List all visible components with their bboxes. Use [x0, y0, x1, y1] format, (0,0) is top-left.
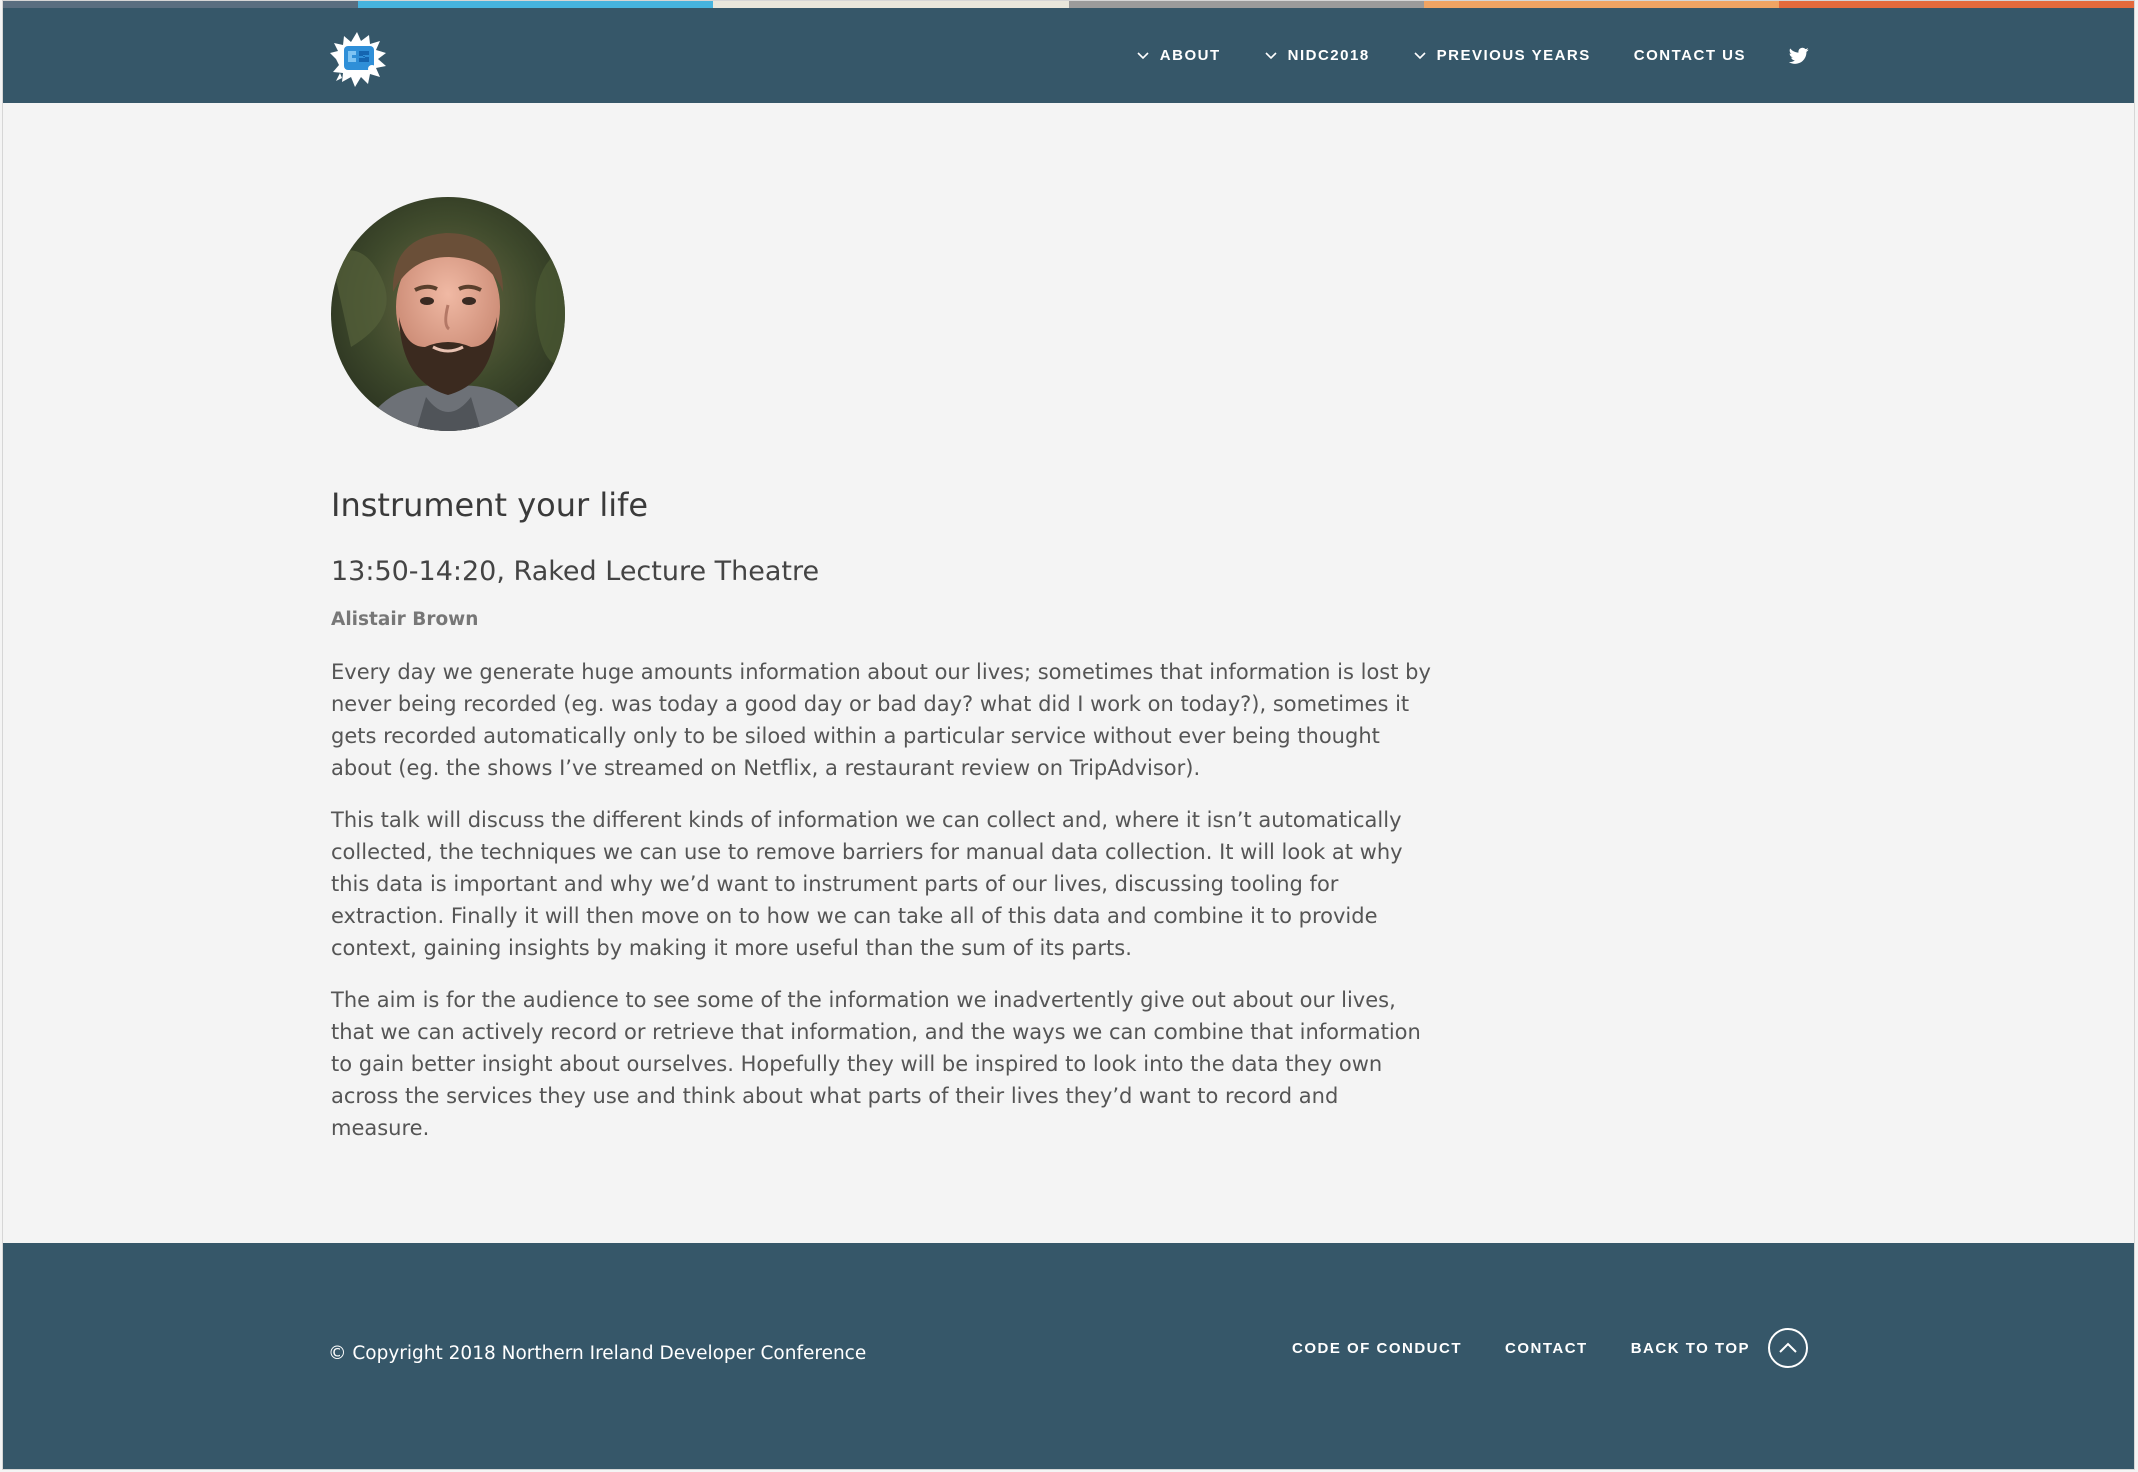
- talk-title: Instrument your life: [331, 486, 649, 524]
- site-footer: © Copyright 2018 Northern Ireland Develo…: [3, 1243, 2134, 1469]
- talk-description-paragraph: Every day we generate huge amounts infor…: [331, 660, 1431, 781]
- chevron-up-icon: [1779, 1342, 1797, 1353]
- stripe-segment: [713, 1, 1069, 8]
- code-of-conduct-link[interactable]: CODE OF CONDUCT: [1292, 1340, 1462, 1357]
- twitter-icon[interactable]: [1788, 47, 1809, 65]
- main-nav: ABOUT NIDC2018 PREVIOUS YEARS CONTACT US: [1093, 8, 1809, 103]
- nav-contact-us[interactable]: CONTACT US: [1634, 47, 1746, 64]
- page-frame: ABOUT NIDC2018 PREVIOUS YEARS CONTACT US: [2, 0, 2135, 1470]
- nav-about[interactable]: ABOUT: [1136, 47, 1221, 64]
- stripe-segment: [1423, 1, 1779, 8]
- nav-nidc2018[interactable]: NIDC2018: [1264, 47, 1370, 64]
- footer-nav: CODE OF CONDUCT CONTACT BACK TO TOP: [1249, 1327, 1808, 1369]
- nidc-logo-icon[interactable]: [328, 29, 390, 89]
- stripe-segment: [358, 1, 714, 8]
- contact-link[interactable]: CONTACT: [1505, 1340, 1588, 1357]
- chevron-down-icon: [1137, 51, 1149, 59]
- speaker-avatar: [331, 197, 565, 431]
- chevron-down-icon: [1414, 51, 1426, 59]
- talk-content: Instrument your life 13:50-14:20, Raked …: [331, 197, 1441, 1144]
- talk-time-location: 13:50-14:20, Raked Lecture Theatre: [331, 556, 820, 588]
- stripe-segment: [1778, 1, 2135, 8]
- chevron-down-icon: [1265, 51, 1277, 59]
- stripe-segment: [1068, 1, 1424, 8]
- nav-about-label: ABOUT: [1159, 47, 1221, 64]
- talk-description-paragraph: The aim is for the audience to see some …: [331, 988, 1421, 1141]
- nav-contact-us-label: CONTACT US: [1633, 47, 1746, 64]
- back-to-top-button[interactable]: [1768, 1328, 1808, 1368]
- stripe-segment: [3, 1, 359, 8]
- nav-previous-years-label: PREVIOUS YEARS: [1436, 47, 1591, 64]
- back-to-top-link[interactable]: BACK TO TOP: [1631, 1340, 1750, 1357]
- talk-description-paragraph: This talk will discuss the different kin…: [331, 808, 1403, 961]
- speaker-name: Alistair Brown: [331, 609, 479, 631]
- nav-nidc2018-label: NIDC2018: [1287, 47, 1370, 64]
- nav-previous-years[interactable]: PREVIOUS YEARS: [1413, 47, 1591, 64]
- color-stripe: [3, 1, 2135, 8]
- copyright-text: © Copyright 2018 Northern Ireland Develo…: [328, 1343, 867, 1364]
- site-header: ABOUT NIDC2018 PREVIOUS YEARS CONTACT US: [3, 8, 2134, 103]
